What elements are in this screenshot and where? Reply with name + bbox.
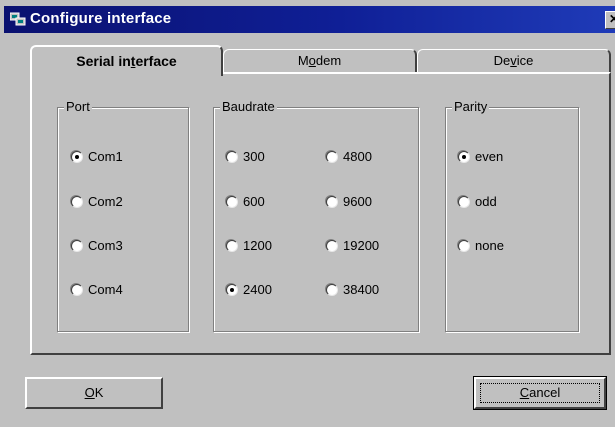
radio-label: even <box>475 149 504 164</box>
radio-selected-icon <box>458 151 470 163</box>
baudrate-group-label: Baudrate <box>220 99 277 115</box>
radio-label: odd <box>475 194 497 209</box>
radio-label: 1200 <box>243 238 272 253</box>
radio-label: Com1 <box>88 149 123 164</box>
serial-interface-panel: Port Com1 Com2 Com3 Com4 Baudrate 300 60… <box>30 72 611 355</box>
radio-label: none <box>475 238 504 253</box>
radio-label: 9600 <box>343 194 372 209</box>
close-button[interactable]: ✕ <box>605 11 615 29</box>
ok-button[interactable]: OK <box>25 377 163 409</box>
radio-unselected-icon <box>326 151 338 163</box>
radio-unselected-icon <box>226 196 238 208</box>
radio-unselected-icon <box>71 240 83 252</box>
radio-label: 4800 <box>343 149 372 164</box>
cancel-button[interactable]: Cancel <box>473 376 607 410</box>
tab-label: dem <box>315 53 342 68</box>
tab-bar: Serial interface Modem Device <box>30 45 615 76</box>
radio-unselected-icon <box>326 284 338 296</box>
radio-unselected-icon <box>458 196 470 208</box>
window-title: Configure interface <box>30 10 172 27</box>
radio-unselected-icon <box>71 284 83 296</box>
radio-label: 38400 <box>343 282 380 297</box>
radio-label: 300 <box>243 149 265 164</box>
close-icon: ✕ <box>608 12 615 26</box>
tab-label: Serial in <box>76 53 131 69</box>
title-bar[interactable]: Configure interface ✕ <box>4 6 615 33</box>
parity-group-label: Parity <box>452 99 490 115</box>
radio-label: Com4 <box>88 282 123 297</box>
tab-serial-interface[interactable]: Serial interface <box>30 45 223 76</box>
cancel-mnemonic: C <box>519 385 530 400</box>
tab-label-mnemonic: o <box>308 53 316 68</box>
tab-label: M <box>297 53 309 68</box>
baudrate-group: Baudrate 300 600 1200 2400 4800 9600 192… <box>213 99 419 332</box>
radio-unselected-icon <box>326 240 338 252</box>
radio-label: Com3 <box>88 238 123 253</box>
tab-device[interactable]: Device <box>417 49 611 73</box>
tab-modem[interactable]: Modem <box>223 49 417 73</box>
tab-label: ice <box>516 53 534 68</box>
port-group: Port Com1 Com2 Com3 Com4 <box>57 99 189 332</box>
radio-unselected-icon <box>226 240 238 252</box>
cancel-label: ancel <box>529 385 561 400</box>
radio-label: 19200 <box>343 238 380 253</box>
ok-mnemonic: O <box>84 385 95 400</box>
radio-label: Com2 <box>88 194 123 209</box>
ok-label: K <box>94 385 104 400</box>
radio-selected-icon <box>226 284 238 296</box>
radio-unselected-icon <box>71 196 83 208</box>
tab-label: erface <box>135 53 177 69</box>
tab-label: De <box>493 53 511 68</box>
radio-label: 2400 <box>243 282 272 297</box>
radio-unselected-icon <box>326 196 338 208</box>
network-interface-icon <box>10 12 26 26</box>
radio-unselected-icon <box>226 151 238 163</box>
configure-interface-dialog: Configure interface ✕ Serial interface M… <box>0 0 615 427</box>
radio-selected-icon <box>71 151 83 163</box>
radio-unselected-icon <box>458 240 470 252</box>
port-group-label: Port <box>64 99 92 115</box>
radio-label: 600 <box>243 194 265 209</box>
parity-group: Parity even odd none <box>445 99 579 332</box>
